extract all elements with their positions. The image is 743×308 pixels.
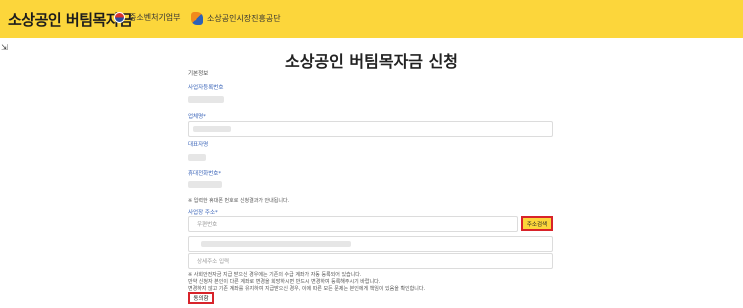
mobile-label: 휴대전화번호* xyxy=(188,171,222,177)
account-notice-1: ※ 사회안전자금 지급 받으신 경우에는 기존의 수급 계좌가 자동 등록되어 … xyxy=(188,272,362,278)
agency-logo[interactable]: 소상공인시장진흥공단 xyxy=(191,12,281,25)
representative-label: 대표자명 xyxy=(188,142,209,148)
postcode-field[interactable]: 우편번호 xyxy=(188,216,518,232)
representative-value xyxy=(188,154,206,161)
company-name-value xyxy=(193,126,231,132)
address-label: 사업장 주소* xyxy=(188,210,218,216)
account-notice-3: 변경하지 않고 기존 계좌를 유지하여 지급받으신 경우, 이에 따른 모든 문… xyxy=(188,286,426,292)
postcode-placeholder: 우편번호 xyxy=(197,222,218,228)
company-name-label: 업체명* xyxy=(188,114,206,120)
site-header: 소상공인 버팀목자금 중소벤처기업부 소상공인시장진흥공단 xyxy=(0,0,743,38)
section-label: 기본정보 xyxy=(188,71,209,77)
ministry-name: 중소벤처기업부 xyxy=(129,13,181,22)
mobile-value xyxy=(188,181,222,188)
page-title: 소상공인 버팀목자금 신청 xyxy=(284,52,459,71)
detail-address-placeholder: 상세주소 입력 xyxy=(197,259,230,265)
taegeuk-icon xyxy=(114,12,125,23)
agree-button[interactable]: 동의함 xyxy=(188,292,214,304)
business-number-label: 사업자등록번호 xyxy=(188,85,224,91)
detail-address-field[interactable]: 상세주소 입력 xyxy=(188,253,553,269)
business-number-value xyxy=(188,96,224,103)
address-value xyxy=(201,241,351,247)
agency-name: 소상공인시장진흥공단 xyxy=(207,14,281,23)
account-notice-2: 만약 신청자 본인이 다른 계좌로 변경을 희망하시면 반드시 변경하여 등록해… xyxy=(188,279,381,285)
mobile-note: ※ 입력한 휴대폰 번호로 신청결과가 안내됩니다. xyxy=(188,198,290,204)
agency-mark-icon xyxy=(191,12,203,25)
address-search-button[interactable]: 주소검색 xyxy=(521,216,553,231)
address-field[interactable] xyxy=(188,236,553,252)
company-name-field[interactable] xyxy=(188,121,553,137)
ministry-logo[interactable]: 중소벤처기업부 xyxy=(114,12,181,23)
